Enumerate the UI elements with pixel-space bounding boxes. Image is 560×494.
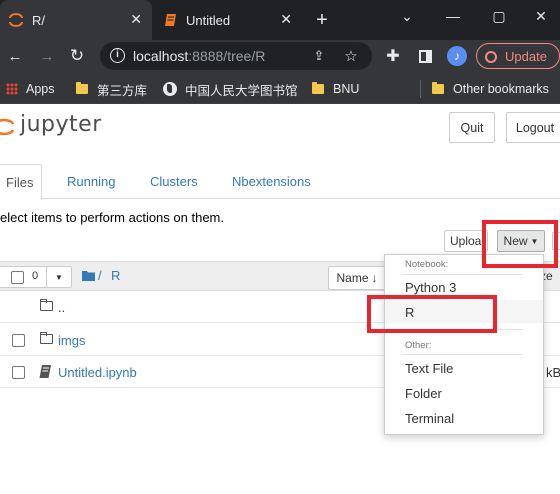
- tab-clusters[interactable]: Clusters: [150, 164, 198, 199]
- jupyter-header: jupyter Quit Logout: [0, 104, 560, 149]
- bookmark-label: BNU: [333, 82, 360, 96]
- file-size: kB: [546, 365, 560, 380]
- select-all-control[interactable]: 0: [0, 266, 47, 288]
- quit-button[interactable]: Quit: [449, 112, 495, 143]
- site-info-icon[interactable]: i: [110, 48, 125, 63]
- minimize-icon[interactable]: —: [430, 0, 476, 32]
- folder-icon: [40, 299, 53, 311]
- bookmark-apps[interactable]: Apps: [6, 80, 55, 98]
- bookmark-label: Apps: [26, 82, 55, 96]
- browser-tab-r[interactable]: R/ ✕: [0, 0, 152, 40]
- folder-icon[interactable]: [82, 270, 95, 281]
- selected-count: 0: [32, 270, 39, 282]
- menu-divider: [401, 354, 523, 355]
- menu-divider: [401, 274, 523, 275]
- profile-avatar[interactable]: ♪: [444, 43, 470, 69]
- reload-icon[interactable]: ↻: [64, 43, 90, 69]
- close-tab-icon[interactable]: ✕: [130, 11, 142, 28]
- browser-tab-title: Untitled: [186, 12, 231, 28]
- bookmark-label: 中国人民大学图书馆: [185, 83, 298, 98]
- new-tab-icon[interactable]: +: [312, 8, 332, 32]
- jupyter-logo-icon: [0, 118, 14, 136]
- bookmark-other[interactable]: Other bookmarks: [432, 80, 549, 98]
- url-path: :8888/tree/R: [188, 48, 266, 64]
- apps-grid-icon: [6, 83, 18, 95]
- update-button[interactable]: Update: [476, 43, 560, 69]
- url-text[interactable]: localhost:8888/tree/R: [133, 48, 265, 64]
- close-window-icon[interactable]: ✕: [522, 0, 560, 32]
- sort-label: Name: [336, 271, 369, 285]
- bookmark-label: 第三方库: [97, 83, 148, 98]
- bookmark-third-party[interactable]: 第三方库: [76, 80, 147, 98]
- other-section-header: Other:: [405, 340, 432, 351]
- select-all-checkbox[interactable]: [11, 271, 24, 284]
- maximize-icon[interactable]: ▢: [476, 0, 522, 32]
- address-bar[interactable]: i localhost:8888/tree/R ⇪ ☆: [100, 42, 372, 70]
- browser-tab-untitled[interactable]: Untitled ✕: [152, 0, 302, 40]
- back-arrow-icon[interactable]: ←: [2, 43, 28, 69]
- forward-arrow-icon[interactable]: →: [34, 43, 60, 69]
- bookmarks-divider: [420, 80, 421, 98]
- dashboard-tabs: Files Running Clusters Nbextensions: [0, 164, 560, 200]
- close-tab-icon[interactable]: ✕: [280, 11, 292, 28]
- sort-name-button[interactable]: Name ↓: [328, 266, 386, 290]
- item-name[interactable]: Untitled.ipynb: [58, 365, 137, 380]
- notebook-icon: [39, 365, 51, 378]
- side-panel-icon[interactable]: [412, 43, 438, 69]
- chevron-down-icon[interactable]: ⌄: [384, 0, 430, 32]
- folder-icon: [76, 82, 88, 94]
- notebook-section-header: Notebook:: [405, 259, 449, 270]
- jupyter-logo-text[interactable]: jupyter: [20, 112, 102, 137]
- folder-icon: [432, 82, 444, 94]
- bookmark-library[interactable]: 中国人民大学图书馆: [163, 80, 298, 98]
- folder-icon: [40, 332, 53, 344]
- bookmark-label: Other bookmarks: [453, 82, 549, 96]
- item-name[interactable]: imgs: [58, 333, 85, 348]
- menu-item-python3[interactable]: Python 3: [405, 280, 456, 295]
- menu-item-terminal[interactable]: Terminal: [405, 411, 454, 426]
- jupyter-favicon-icon: [9, 13, 23, 27]
- browser-tab-strip: R/ ✕ Untitled ✕ + ⌄ — ▢ ✕: [0, 0, 560, 40]
- browser-toolbar: ← → ↻ i localhost:8888/tree/R ⇪ ☆ ✚ ♪ Up…: [0, 40, 560, 72]
- row-checkbox[interactable]: [12, 366, 25, 379]
- tab-nbextensions[interactable]: Nbextensions: [232, 164, 311, 199]
- bookmark-bnu[interactable]: BNU: [312, 80, 359, 98]
- bookmark-star-icon[interactable]: ☆: [338, 43, 364, 69]
- update-icon: [485, 51, 497, 63]
- selection-menu-button[interactable]: ▼: [46, 266, 72, 288]
- globe-icon: [163, 82, 177, 96]
- logout-button[interactable]: Logout: [506, 112, 560, 143]
- folder-icon: [312, 82, 324, 94]
- notebook-favicon-icon: [165, 14, 176, 26]
- item-name[interactable]: ..: [58, 300, 65, 315]
- tab-files[interactable]: Files: [0, 164, 42, 200]
- new-dropdown-menu: Notebook: Python 3 R Other: Text File Fo…: [384, 254, 544, 435]
- highlight-box-new: [482, 220, 558, 268]
- browser-tab-title: R/: [32, 12, 45, 28]
- breadcrumb-dir[interactable]: R: [111, 268, 120, 283]
- arrow-down-icon: ↓: [371, 271, 378, 285]
- highlight-box-r: [367, 295, 497, 333]
- url-host: localhost: [133, 48, 189, 64]
- bookmarks-bar: Apps 第三方库 中国人民大学图书馆 BNU Other bookmarks: [0, 72, 560, 104]
- breadcrumb-separator: /: [98, 268, 102, 283]
- extensions-puzzle-icon[interactable]: ✚: [380, 43, 406, 69]
- menu-item-folder[interactable]: Folder: [405, 386, 442, 401]
- menu-item-text-file[interactable]: Text File: [405, 361, 453, 376]
- share-icon[interactable]: ⇪: [306, 43, 332, 69]
- update-label: Update: [505, 48, 547, 64]
- tab-running[interactable]: Running: [67, 164, 115, 199]
- row-checkbox[interactable]: [12, 334, 25, 347]
- instruction-text: elect items to perform actions on them.: [0, 210, 224, 225]
